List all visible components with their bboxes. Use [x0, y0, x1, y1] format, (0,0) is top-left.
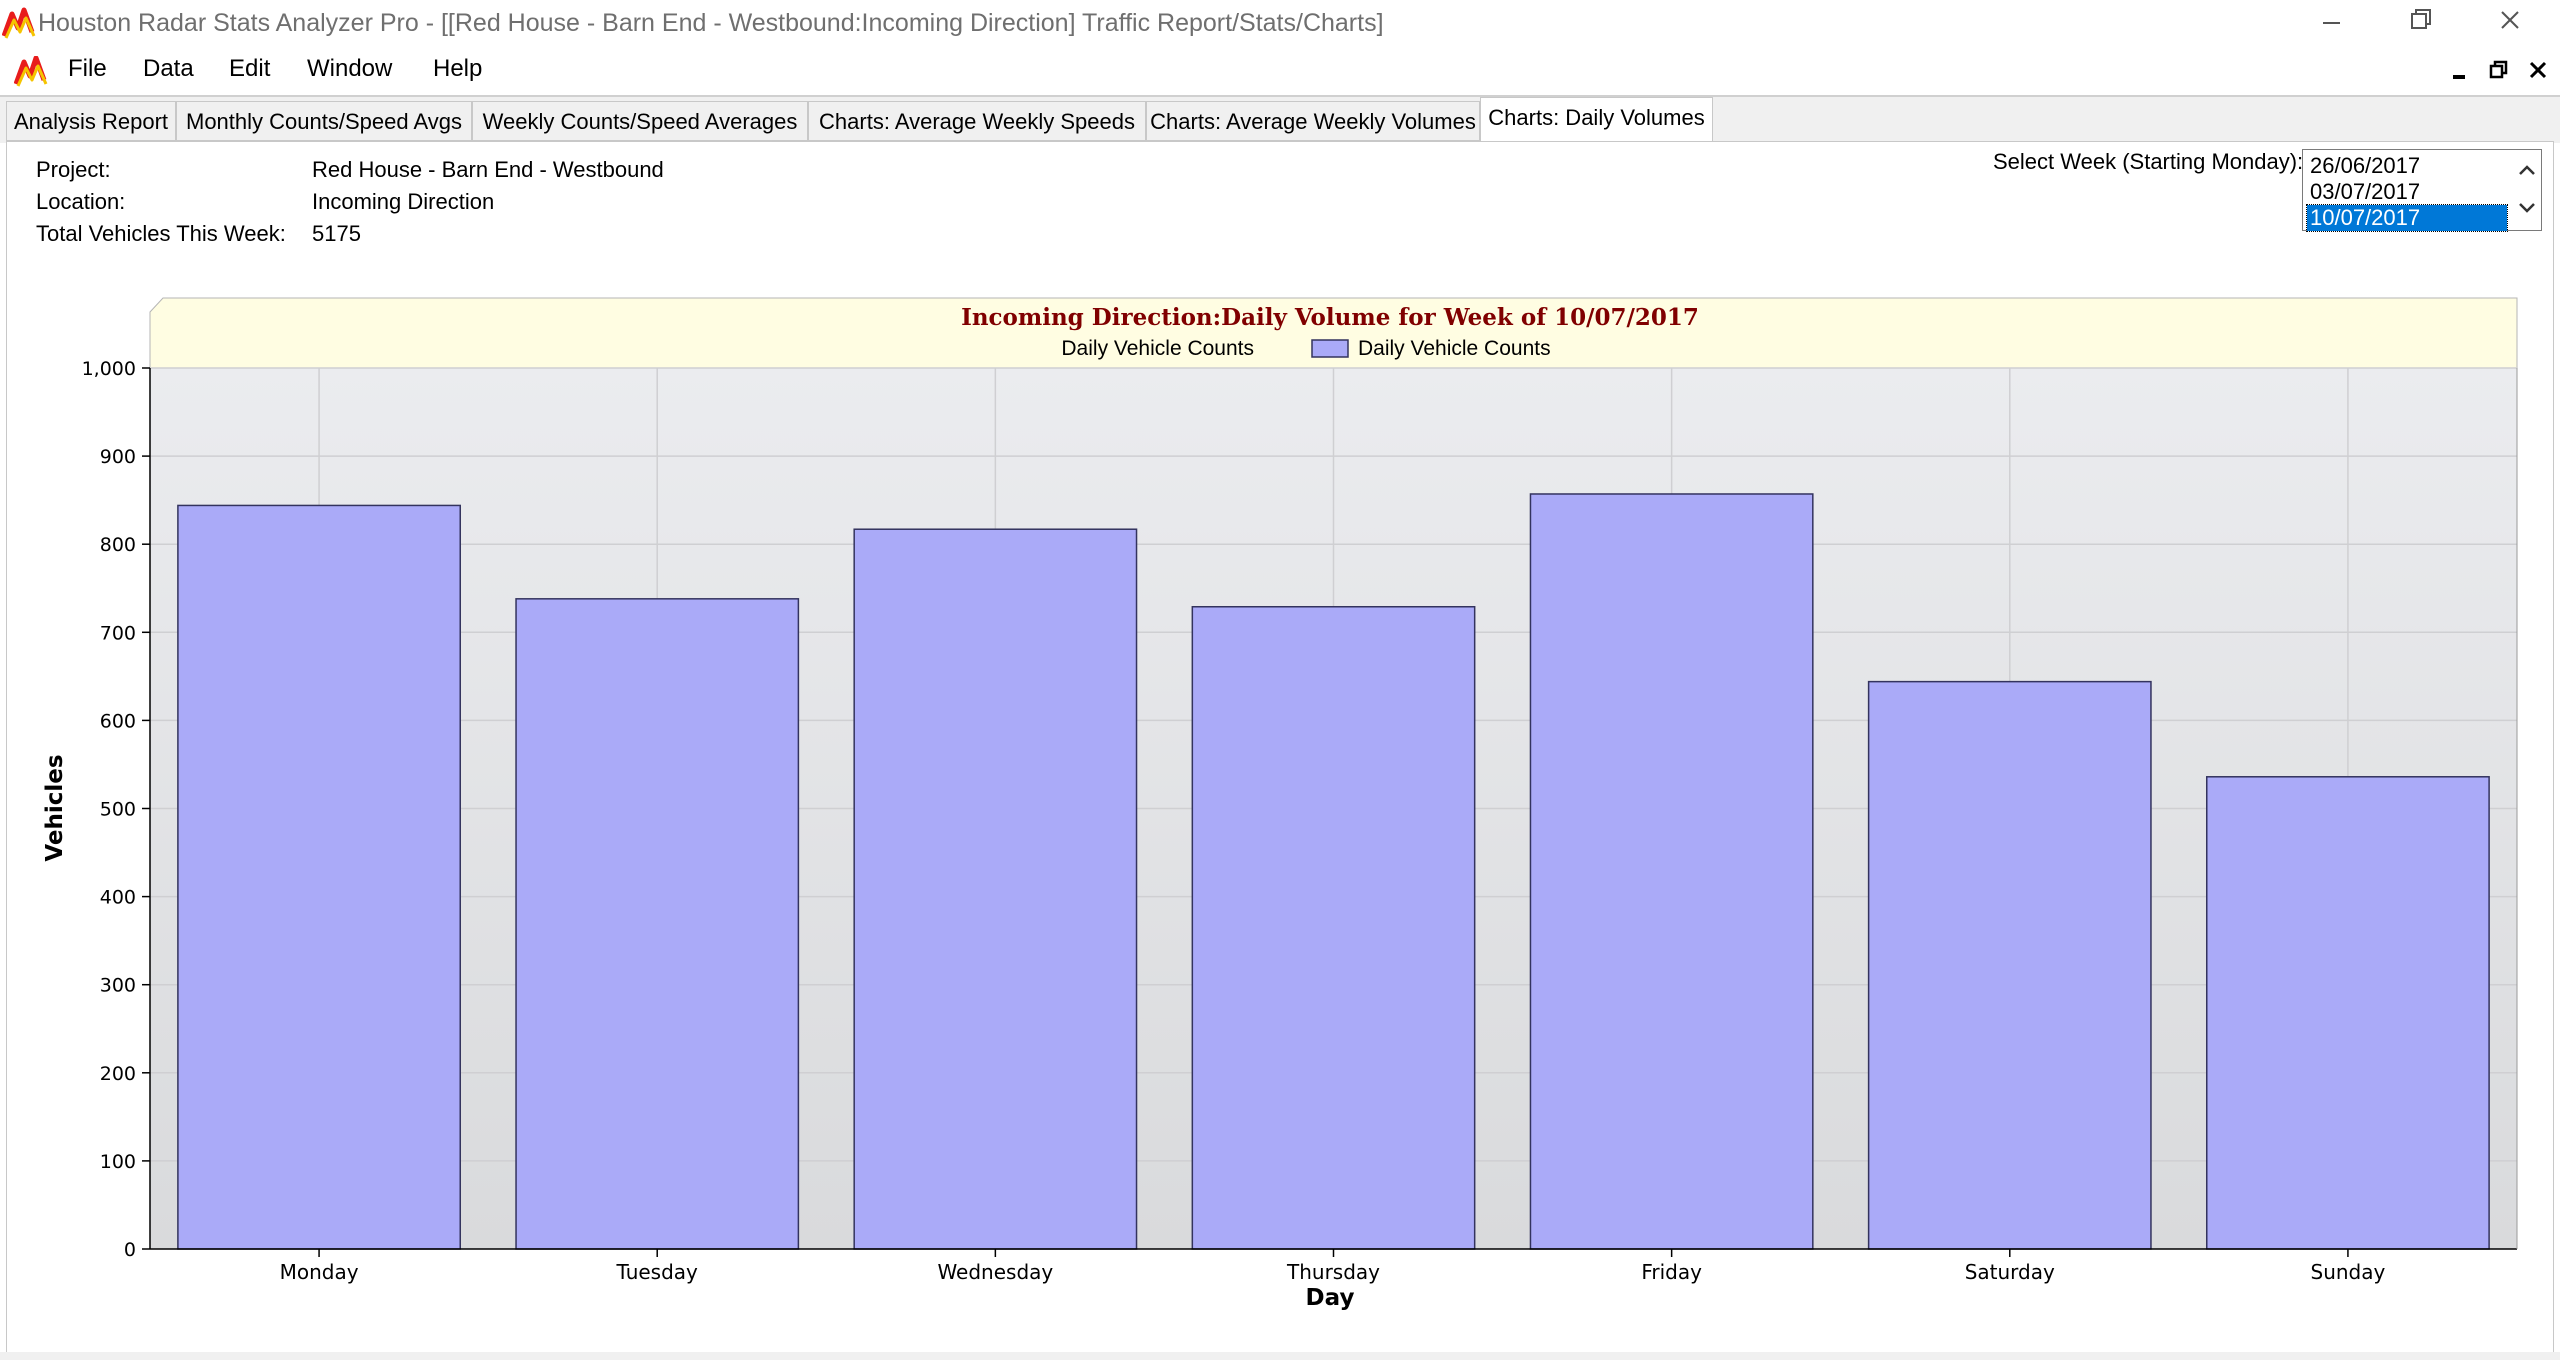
y-tick-label: 800	[100, 534, 136, 556]
bar-monday	[177, 504, 461, 1250]
y-tick-label: 300	[100, 975, 136, 997]
legend-series-label: Daily Vehicle Counts	[1358, 337, 1551, 360]
y-tick-label: 600	[100, 710, 136, 732]
y-tick-label: 1,000	[82, 358, 136, 380]
legend-label: Daily Vehicle Counts	[1061, 337, 1254, 360]
y-tick-label: 100	[100, 1151, 136, 1173]
daily-volume-chart: Incoming Direction:Daily Volume for Week…	[42, 297, 2518, 1311]
legend-swatch	[1311, 339, 1349, 358]
y-tick-label: 500	[100, 799, 136, 821]
x-tick-label: Saturday	[1965, 1260, 2055, 1284]
y-tick-label: 0	[124, 1239, 136, 1261]
bar-tuesday	[515, 598, 800, 1250]
y-tick-label: 400	[100, 887, 136, 909]
bar-thursday	[1191, 606, 1476, 1250]
status-strip	[0, 1352, 2560, 1360]
bar-sunday	[2206, 776, 2490, 1250]
bar-saturday	[1867, 680, 2152, 1250]
x-axis-title: Day	[1306, 1285, 1355, 1311]
x-tick-label: Monday	[280, 1260, 359, 1284]
x-tick-label: Friday	[1641, 1260, 1702, 1284]
x-tick-label: Tuesday	[616, 1260, 699, 1284]
y-tick-label: 900	[100, 446, 136, 468]
x-tick-label: Sunday	[2311, 1260, 2386, 1284]
x-tick-label: Wednesday	[937, 1260, 1053, 1284]
chart-title: Incoming Direction:Daily Volume for Week…	[961, 304, 1699, 331]
y-tick-label: 200	[100, 1063, 136, 1085]
y-tick-label: 700	[100, 622, 136, 644]
y-axis-title: Vehicles	[42, 754, 68, 861]
bar-wednesday	[853, 528, 1138, 1250]
bar-friday	[1529, 493, 1814, 1250]
x-tick-label: Thursday	[1286, 1260, 1380, 1284]
